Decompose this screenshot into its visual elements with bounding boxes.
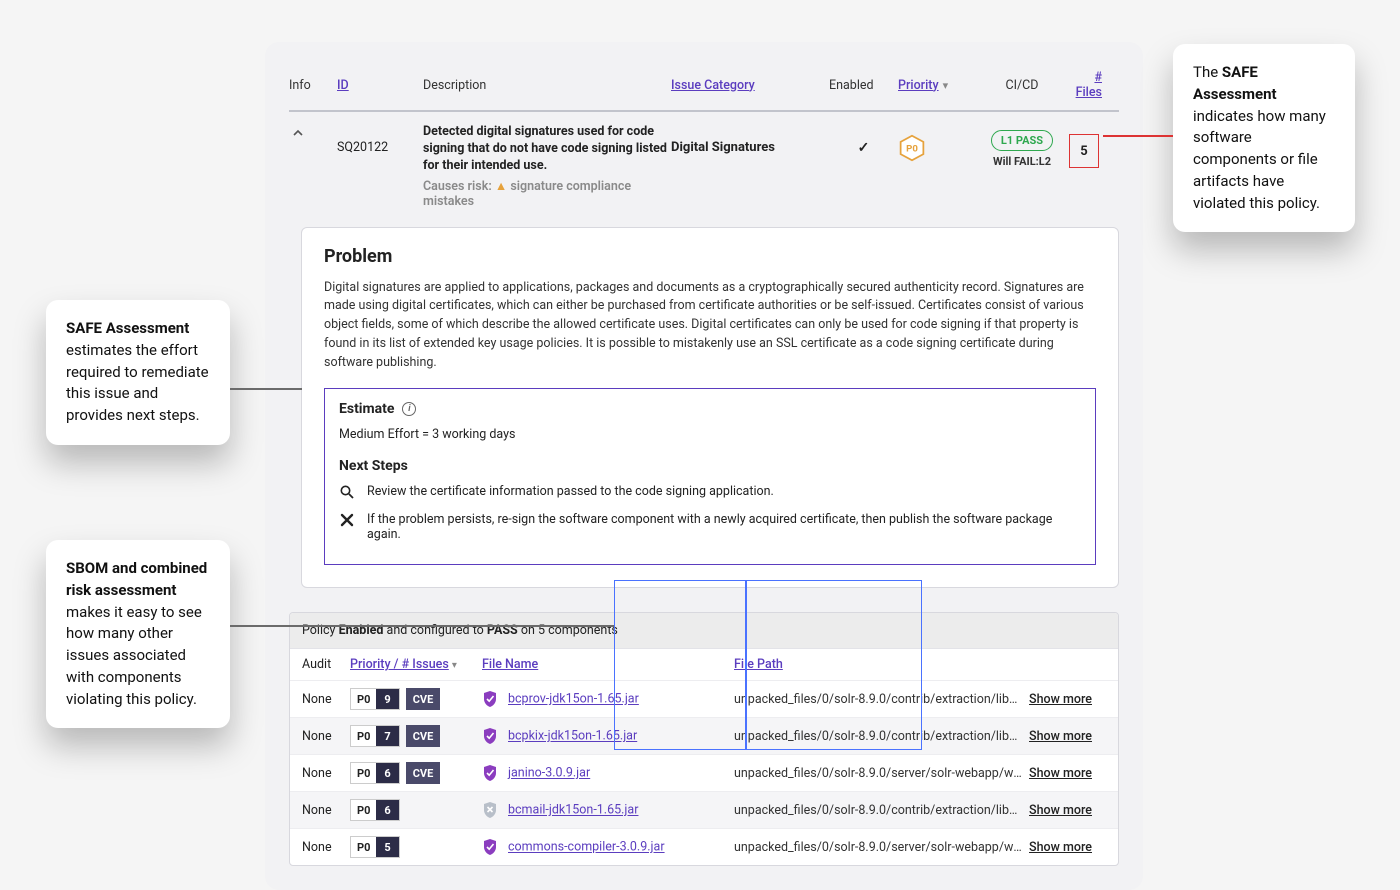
shield-icon	[482, 764, 498, 782]
th-file-path[interactable]: File Path	[734, 657, 783, 672]
show-more-link[interactable]: Show more	[1029, 803, 1092, 818]
priority-badge: P06	[350, 799, 400, 821]
component-row: NoneP05 commons-compiler-3.0.9.jar unpacke…	[290, 828, 1118, 865]
file-path: unpacked_files/0/solr-8.9.0/contrib/extr…	[734, 692, 1022, 707]
file-path: unpacked_files/0/solr-8.9.0/server/solr-…	[734, 840, 1022, 855]
priority-p0-badge: P0	[898, 134, 926, 162]
th-audit: Audit	[302, 657, 350, 672]
chevron-down-icon: ▾	[452, 660, 457, 671]
cve-badge: CVE	[406, 762, 441, 784]
info-icon[interactable]: i	[402, 402, 416, 416]
problem-card: Problem Digital signatures are applied t…	[301, 227, 1119, 589]
audit-value: None	[302, 840, 350, 855]
component-row: NoneP07 CVE bcpkix-jdk15on-1.65.jar unpacke…	[290, 717, 1118, 754]
cve-badge: CVE	[406, 725, 441, 747]
svg-text:P0: P0	[906, 144, 918, 155]
policy-row: SQ20122 Detected digital signatures used…	[289, 112, 1119, 223]
file-path: unpacked_files/0/solr-8.9.0/contrib/extr…	[734, 729, 1022, 744]
shield-icon	[482, 838, 498, 856]
callout-lead-line	[230, 388, 302, 390]
priority-badge: P05	[350, 836, 400, 858]
table-header: Info ID Description Issue Category Enabl…	[289, 64, 1119, 112]
search-icon	[339, 484, 355, 504]
file-name-link[interactable]: bcmail-jdk15on-1.65.jar	[508, 803, 638, 818]
cicd-fail-text: Will FAIL:L2	[978, 155, 1066, 168]
tools-icon	[339, 512, 355, 532]
audit-value: None	[302, 766, 350, 781]
show-more-link[interactable]: Show more	[1029, 840, 1092, 855]
policy-id: SQ20122	[337, 124, 423, 155]
audit-value: None	[302, 692, 350, 707]
file-name-link[interactable]: bcprov-jdk15on-1.65.jar	[508, 692, 639, 707]
th-priority-issues[interactable]: Priority / # Issues	[350, 657, 449, 672]
th-cicd: CI/CD	[978, 78, 1066, 93]
shield-icon	[482, 690, 498, 708]
problem-body: Digital signatures are applied to applic…	[324, 279, 1096, 373]
shield-icon	[482, 801, 498, 819]
components-card: Policy Enabled and configured to PASS on…	[289, 612, 1119, 866]
th-issue-category[interactable]: Issue Category	[671, 78, 755, 93]
shield-icon	[482, 727, 498, 745]
th-id[interactable]: ID	[337, 78, 349, 93]
file-path: unpacked_files/0/solr-8.9.0/contrib/extr…	[734, 803, 1022, 818]
next-steps-title: Next Steps	[339, 458, 1081, 474]
next-step-1: Review the certificate information passe…	[367, 484, 774, 499]
policy-description: Detected digital signatures used for cod…	[423, 124, 671, 175]
priority-badge: P06	[350, 762, 400, 784]
cicd-pass-pill: L1 PASS	[991, 130, 1053, 151]
component-row: NoneP09 CVE bcprov-jdk15on-1.65.jar unpacke…	[290, 680, 1118, 717]
callout-lead-line	[230, 625, 614, 627]
callout-estimate: SAFE Assessment estimates the effort req…	[46, 300, 230, 445]
files-count-box[interactable]: 5	[1069, 134, 1099, 168]
enabled-check-icon: ✓	[829, 124, 898, 156]
show-more-link[interactable]: Show more	[1029, 766, 1092, 781]
file-name-link[interactable]: commons-compiler-3.0.9.jar	[508, 840, 665, 855]
th-enabled: Enabled	[829, 78, 898, 93]
th-description: Description	[423, 78, 671, 93]
audit-value: None	[302, 803, 350, 818]
th-info: Info	[289, 78, 337, 93]
file-path: unpacked_files/0/solr-8.9.0/server/solr-…	[734, 766, 1022, 781]
callout-files: The SAFE Assessment indicates how many s…	[1173, 44, 1355, 232]
show-more-link[interactable]: Show more	[1029, 729, 1092, 744]
estimate-title: Estimate	[339, 401, 394, 417]
priority-badge: P09	[350, 688, 400, 710]
file-name-link[interactable]: bcpkix-jdk15on-1.65.jar	[508, 729, 637, 744]
show-more-link[interactable]: Show more	[1029, 692, 1092, 707]
component-row: NoneP06 CVE janino-3.0.9.jar unpacked_files…	[290, 754, 1118, 791]
chevron-down-icon: ▾	[943, 79, 949, 92]
component-row: NoneP06 bcmail-jdk15on-1.65.jar unpacked_f…	[290, 791, 1118, 828]
priority-badge: P07	[350, 725, 400, 747]
components-header: Audit Priority / # Issues ▾ File Name Fi…	[290, 648, 1118, 680]
th-priority[interactable]: Priority	[898, 78, 939, 93]
policy-causes: Causes risk: ▲ signature compliance mist…	[423, 179, 671, 209]
callout-sbom: SBOM and combined risk assessment makes …	[46, 540, 230, 728]
next-step-2: If the problem persists, re-sign the sof…	[367, 512, 1081, 542]
row-collapse-toggle[interactable]	[289, 124, 307, 142]
estimate-box: Estimate i Medium Effort = 3 working day…	[324, 388, 1096, 565]
issue-category-value: Digital Signatures	[671, 124, 829, 155]
th-file-name[interactable]: File Name	[482, 657, 538, 672]
problem-title: Problem	[324, 246, 1096, 267]
audit-value: None	[302, 729, 350, 744]
file-name-link[interactable]: janino-3.0.9.jar	[508, 766, 590, 781]
callout-lead-line	[1103, 135, 1173, 137]
cve-badge: CVE	[406, 688, 441, 710]
warning-icon: ▲	[495, 179, 507, 194]
components-summary: Policy Enabled and configured to PASS on…	[290, 613, 1118, 648]
estimate-value: Medium Effort = 3 working days	[339, 427, 1081, 442]
assessment-panel: Info ID Description Issue Category Enabl…	[265, 42, 1143, 890]
th-files[interactable]: # Files	[1076, 70, 1102, 100]
